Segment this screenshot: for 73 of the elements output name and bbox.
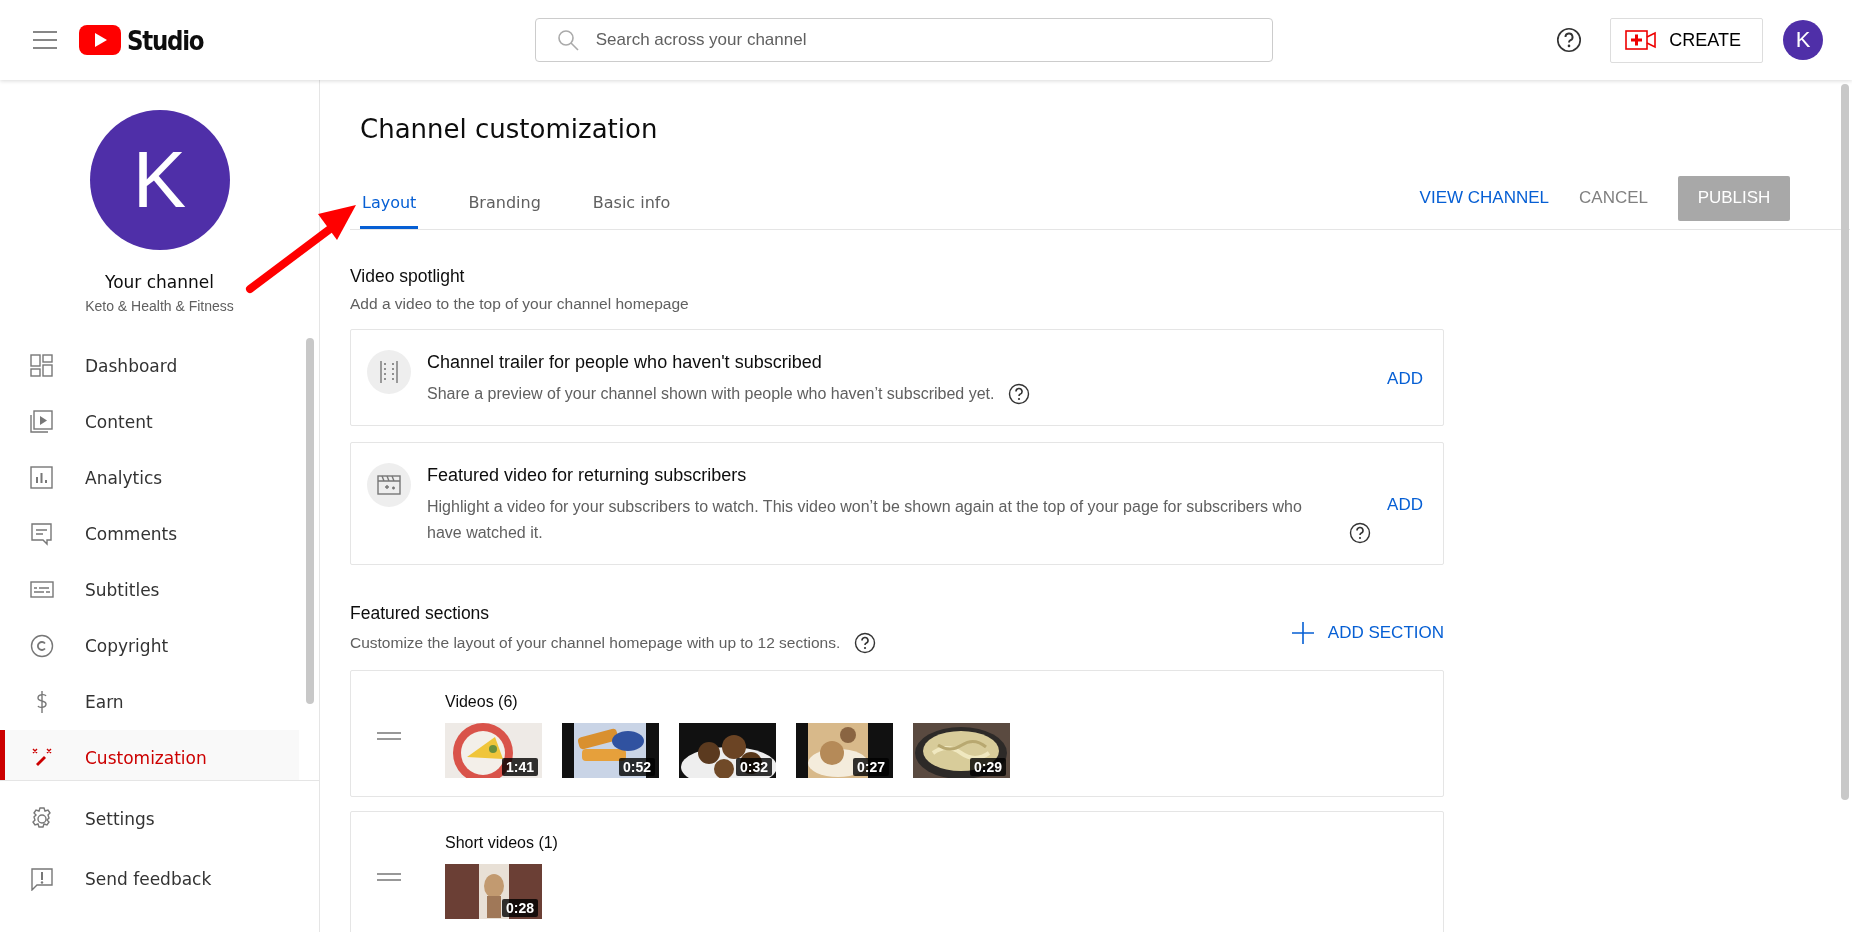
nav-item[interactable]: Copyright <box>0 618 299 674</box>
nav-label: Copyright <box>85 636 169 656</box>
create-button[interactable]: CREATE <box>1610 17 1763 63</box>
video-duration: 0:32 <box>735 758 772 776</box>
bar-chart-icon <box>30 466 54 490</box>
nav-label: Content <box>85 412 153 432</box>
video-duration: 1:41 <box>501 758 538 776</box>
dashboard-icon <box>30 354 54 378</box>
add-section-button[interactable]: ADD SECTION <box>1291 622 1444 654</box>
studio-logo[interactable]: Studio <box>79 24 217 56</box>
nav-label: Send feedback <box>85 869 212 889</box>
video-duration: 0:28 <box>501 899 538 917</box>
channel-avatar[interactable]: K <box>89 110 230 250</box>
drag-handle-icon[interactable] <box>377 731 401 740</box>
channel-name: Keto & Health & Fitness <box>85 298 234 314</box>
nav-item[interactable]: Content <box>0 394 299 450</box>
section-title: Videos (6) <box>445 693 519 711</box>
clapperboard-icon <box>377 475 401 495</box>
card-description: Share a preview of your channel shown with people who haven’t subscribed yet. <box>427 384 995 404</box>
nav-label: Settings <box>85 809 155 829</box>
nav-item[interactable]: Customization <box>0 730 299 780</box>
nav-label: Customization <box>85 748 207 768</box>
add-button[interactable]: ADD <box>1387 494 1423 515</box>
selection-bar <box>0 730 5 780</box>
channel-title[interactable]: Your channel <box>105 272 214 292</box>
play-icon <box>79 25 121 55</box>
video-duration: 0:52 <box>618 758 655 776</box>
card-title: Featured video for returning subscribers <box>427 465 748 486</box>
add-button[interactable]: ADD <box>1387 368 1423 389</box>
tab[interactable]: Layout <box>360 193 419 229</box>
search-field[interactable]: Search across your channel <box>534 18 1273 62</box>
page-title: Channel customization <box>359 113 659 146</box>
view-channel-link[interactable]: VIEW CHANNEL <box>1419 188 1550 208</box>
nav-label: Dashboard <box>85 356 178 376</box>
drag-handle-icon[interactable] <box>377 872 401 881</box>
nav-label: Analytics <box>85 468 163 488</box>
account-avatar[interactable]: K <box>1783 20 1823 60</box>
nav-item[interactable]: Analytics <box>0 450 299 506</box>
nav-item[interactable]: Subtitles <box>0 562 299 618</box>
help-icon[interactable] <box>1008 383 1031 405</box>
menu-icon[interactable] <box>33 31 57 49</box>
nav-item[interactable]: Settings <box>0 789 299 849</box>
card-description: Highlight a video for your subscribers to watch. This video won’t be shown again at the top of your page for subscribers who have watched it. <box>427 497 1303 543</box>
help-icon[interactable] <box>854 632 877 654</box>
nav-label: Subtitles <box>85 580 160 600</box>
section-description: Add a video to the top of your channel homepage <box>350 295 690 313</box>
nav-item[interactable]: Dashboard <box>0 338 299 394</box>
search-icon <box>556 29 579 51</box>
plus-icon <box>1291 622 1314 644</box>
nav-label: Earn <box>85 692 124 712</box>
card-title: Channel trailer for people who haven't subscribed <box>427 352 823 373</box>
nav-item[interactable]: Send feedback <box>0 849 299 909</box>
help-icon[interactable] <box>1556 27 1583 53</box>
section-title: Short videos (1) <box>445 834 558 852</box>
nav-item[interactable]: Comments <box>0 506 299 562</box>
nav-label: Comments <box>85 524 178 544</box>
section-heading: Video spotlight <box>350 266 466 287</box>
nav-item[interactable]: Earn <box>0 674 299 730</box>
video-camera-icon <box>1625 29 1658 51</box>
help-icon[interactable] <box>1349 522 1372 544</box>
video-duration: 0:27 <box>852 758 889 776</box>
video-duration: 0:29 <box>969 758 1006 776</box>
film-strip-icon <box>378 360 400 384</box>
section-heading: Featured sections <box>350 603 491 624</box>
video-library-icon <box>30 410 54 434</box>
copyright-icon <box>30 634 54 658</box>
cancel-button[interactable]: CANCEL <box>1579 188 1648 208</box>
comment-icon <box>30 522 54 546</box>
logo-text: Studio <box>127 24 204 56</box>
tab[interactable]: Branding <box>466 193 543 229</box>
section-description: Customize the layout of your channel homepage with up to 12 sections. <box>350 634 841 652</box>
tab[interactable]: Basic info <box>590 193 673 229</box>
feedback-icon <box>30 867 54 891</box>
